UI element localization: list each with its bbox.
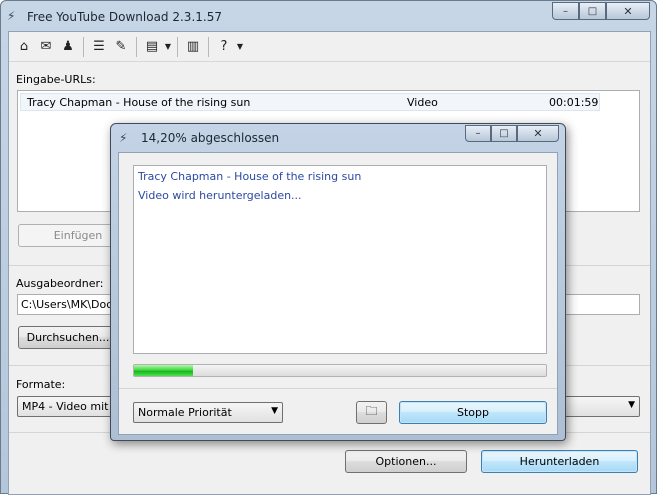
- title-bar[interactable]: ⚡ Free YouTube Download 2.3.1.57 – □ ✕: [1, 1, 656, 31]
- download-button[interactable]: Herunterladen: [481, 450, 638, 473]
- minimize-button[interactable]: –: [552, 2, 579, 20]
- paste-button-label: Einfügen: [53, 229, 103, 242]
- dialog-client-area: Tracy Chapman - House of the rising sun …: [118, 152, 558, 435]
- browse-button-label: Durchsuchen...: [26, 331, 110, 344]
- item-duration: 00:01:59: [549, 96, 599, 109]
- progress-dialog: ⚡ 14,20% abgeschlossen – □ ✕ Tracy Chapm…: [110, 123, 566, 441]
- output-folder-label: Ausgabeordner:: [16, 277, 104, 290]
- list-item[interactable]: Tracy Chapman - House of the rising sun …: [20, 93, 600, 111]
- dialog-maximize-button[interactable]: □: [491, 125, 517, 142]
- user-icon[interactable]: ♟: [57, 36, 79, 58]
- options-button[interactable]: Optionen...: [345, 450, 467, 473]
- dialog-title: 14,20% abgeschlossen: [141, 131, 280, 145]
- download-log: Tracy Chapman - House of the rising sun …: [133, 165, 547, 354]
- options-button-label: Optionen...: [375, 455, 437, 468]
- dialog-close-button[interactable]: ✕: [517, 125, 559, 142]
- filmstrip-icon[interactable]: ▥: [182, 36, 204, 58]
- browse-button[interactable]: Durchsuchen...: [18, 326, 118, 349]
- maximize-icon: □: [499, 128, 509, 139]
- log-line-title: Tracy Chapman - House of the rising sun: [138, 170, 362, 183]
- priority-select-value: Normale Priorität: [138, 406, 232, 419]
- app-logo-icon: ⚡: [7, 9, 16, 23]
- app-logo-icon: ⚡: [119, 131, 128, 145]
- chevron-down-icon: ▼: [271, 406, 278, 416]
- chevron-down-icon[interactable]: ▼: [235, 42, 245, 51]
- minimize-icon: –: [563, 5, 568, 17]
- folder-icon: 🗀: [365, 404, 378, 418]
- open-folder-button[interactable]: 🗀: [356, 401, 387, 424]
- input-urls-label: Eingabe-URLs:: [16, 73, 96, 86]
- stop-button[interactable]: Stopp: [399, 401, 547, 424]
- window-icon[interactable]: ▤: [141, 36, 163, 58]
- brush-icon[interactable]: ✎: [110, 36, 132, 58]
- toolbar-separator: [208, 36, 209, 57]
- log-line-status: Video wird heruntergeladen...: [138, 189, 302, 202]
- toolbar-separator: [83, 36, 84, 57]
- divider: [119, 388, 557, 389]
- toolbar-separator: [136, 36, 137, 57]
- maximize-button[interactable]: □: [579, 2, 606, 20]
- download-button-label: Herunterladen: [519, 455, 600, 468]
- chevron-down-icon[interactable]: ▼: [163, 42, 173, 51]
- stop-button-label: Stopp: [457, 406, 489, 419]
- chevron-down-icon: ▼: [628, 400, 635, 410]
- list-icon[interactable]: ☰: [88, 36, 110, 58]
- toolbar-separator: [177, 36, 178, 57]
- progress-fill: [134, 365, 193, 376]
- close-button[interactable]: ✕: [606, 2, 650, 20]
- item-title: Tracy Chapman - House of the rising sun: [27, 96, 251, 109]
- close-icon: ✕: [533, 127, 543, 140]
- priority-select[interactable]: Normale Priorität ▼: [133, 402, 283, 423]
- download-progress-bar: [133, 364, 547, 377]
- window-title: Free YouTube Download 2.3.1.57: [27, 10, 222, 24]
- close-icon: ✕: [623, 4, 633, 18]
- item-type: Video: [407, 96, 438, 109]
- home-icon[interactable]: ⌂: [13, 36, 35, 58]
- maximize-icon: □: [587, 5, 598, 17]
- help-icon[interactable]: ?: [213, 36, 235, 58]
- toolbar: ⌂ ✉ ♟ ☰ ✎ ▤ ▼ ▥ ? ▼: [9, 32, 650, 62]
- minimize-icon: –: [475, 128, 481, 139]
- formats-label: Formate:: [16, 378, 66, 391]
- mail-icon[interactable]: ✉: [35, 36, 57, 58]
- dialog-minimize-button[interactable]: –: [465, 125, 491, 142]
